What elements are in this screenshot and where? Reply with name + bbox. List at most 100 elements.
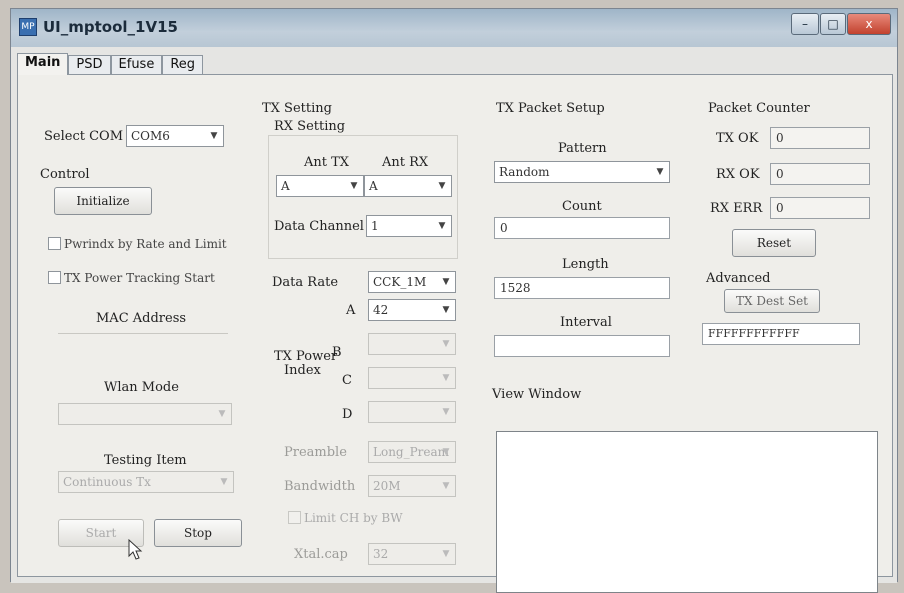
tx-ok-label: TX OK: [716, 131, 759, 146]
tracking-checkbox-label: TX Power Tracking Start: [64, 271, 215, 285]
chevron-down-icon: ▼: [438, 221, 446, 231]
view-window-label: View Window: [492, 387, 582, 402]
pwrindx-checkbox-label: Pwrindx by Rate and Limit: [64, 237, 227, 251]
ant-tx-select[interactable]: A ▼: [276, 175, 364, 197]
rx-err-value: 0: [770, 197, 870, 219]
data-channel-label: Data Channel: [274, 219, 364, 234]
ant-tx-value: A: [281, 179, 290, 193]
pattern-select[interactable]: Random ▼: [494, 161, 670, 183]
interval-label: Interval: [560, 315, 612, 330]
tx-power-tracking-checkbox[interactable]: TX Power Tracking Start: [48, 271, 215, 285]
tx-dest-address-input[interactable]: FFFFFFFFFFFF: [702, 323, 860, 345]
chevron-down-icon: ▼: [442, 339, 450, 349]
count-input[interactable]: 0: [494, 217, 670, 239]
wlan-mode-label: Wlan Mode: [104, 380, 179, 395]
checkbox-box[interactable]: [48, 237, 61, 250]
tab-main[interactable]: Main: [17, 53, 69, 75]
chevron-down-icon: ▼: [438, 181, 446, 191]
xtal-cap-value: 32: [373, 547, 389, 561]
power-index-d-select[interactable]: ▼: [368, 401, 456, 423]
reset-button[interactable]: Reset: [732, 229, 816, 257]
pwrindx-checkbox[interactable]: Pwrindx by Rate and Limit: [48, 237, 227, 251]
ant-rx-label: Ant RX: [382, 155, 429, 170]
rx-ok-value: 0: [770, 163, 870, 185]
chevron-down-icon: ▼: [442, 549, 450, 559]
chevron-down-icon: ▼: [350, 181, 358, 191]
stop-button[interactable]: Stop: [154, 519, 242, 547]
tab-strip: Main PSD Efuse Reg: [17, 53, 204, 75]
path-b-label: B: [332, 345, 342, 360]
tx-power-label: TX Power: [274, 349, 338, 364]
com-port-select[interactable]: COM6 ▼: [126, 125, 224, 147]
tab-psd[interactable]: PSD: [68, 55, 111, 75]
packet-counter-title: Packet Counter: [708, 101, 810, 116]
data-rate-label: Data Rate: [272, 275, 339, 290]
title-bar[interactable]: MP UI_mptool_1V15 – □ x: [11, 9, 897, 47]
chevron-down-icon: ▼: [442, 305, 450, 315]
mac-address-separator: [58, 333, 228, 334]
chevron-down-icon: ▼: [218, 409, 226, 419]
com-port-value: COM6: [131, 129, 170, 143]
testing-item-value: Continuous Tx: [63, 475, 151, 489]
limit-ch-checkbox-label: Limit CH by BW: [304, 511, 403, 525]
power-index-b-select[interactable]: ▼: [368, 333, 456, 355]
mouse-cursor-icon: [128, 539, 143, 560]
chevron-down-icon: ▼: [442, 481, 450, 491]
data-rate-select[interactable]: CCK_1M ▼: [368, 271, 456, 293]
pattern-label: Pattern: [558, 141, 607, 156]
tab-efuse[interactable]: Efuse: [110, 55, 163, 75]
minimize-button[interactable]: –: [791, 13, 819, 35]
rx-err-label: RX ERR: [710, 201, 763, 216]
power-index-a-value: 42: [373, 303, 389, 317]
chevron-down-icon: ▼: [442, 407, 450, 417]
bandwidth-select[interactable]: 20M ▼: [368, 475, 456, 497]
limit-ch-by-bw-checkbox[interactable]: Limit CH by BW: [288, 511, 403, 525]
chevron-down-icon: ▼: [442, 373, 450, 383]
app-icon: MP: [19, 18, 37, 36]
advanced-label: Advanced: [706, 271, 771, 286]
view-window[interactable]: [496, 431, 878, 593]
power-index-c-select[interactable]: ▼: [368, 367, 456, 389]
app-window: MP UI_mptool_1V15 – □ x Main PSD Efuse R…: [10, 8, 898, 593]
rx-ok-label: RX OK: [716, 167, 760, 182]
preamble-select[interactable]: Long_Pream ▼: [368, 441, 456, 463]
ant-tx-label: Ant TX: [304, 155, 350, 170]
tx-dest-set-button[interactable]: TX Dest Set: [724, 289, 820, 313]
pattern-value: Random: [499, 165, 550, 179]
tx-packet-setup-title: TX Packet Setup: [496, 101, 605, 116]
bandwidth-value: 20M: [373, 479, 401, 493]
ant-rx-value: A: [369, 179, 378, 193]
chevron-down-icon: ▼: [442, 447, 450, 457]
data-channel-select[interactable]: 1 ▼: [366, 215, 452, 237]
interval-input[interactable]: [494, 335, 670, 357]
ant-rx-select[interactable]: A ▼: [364, 175, 452, 197]
checkbox-box[interactable]: [48, 271, 61, 284]
wlan-mode-select[interactable]: ▼: [58, 403, 232, 425]
testing-item-select[interactable]: Continuous Tx ▼: [58, 471, 234, 493]
preamble-label: Preamble: [284, 445, 347, 460]
testing-item-label: Testing Item: [104, 453, 187, 468]
tx-setting-title: TX Setting: [262, 101, 332, 116]
tx-ok-value: 0: [770, 127, 870, 149]
data-channel-value: 1: [371, 219, 379, 233]
initialize-button[interactable]: Initialize: [54, 187, 152, 215]
length-input[interactable]: 1528: [494, 277, 670, 299]
chevron-down-icon: ▼: [442, 277, 450, 287]
path-c-label: C: [342, 373, 352, 388]
length-label: Length: [562, 257, 609, 272]
xtal-cap-select[interactable]: 32 ▼: [368, 543, 456, 565]
close-button[interactable]: x: [847, 13, 891, 35]
client-area: Main PSD Efuse Reg Select COM COM6 ▼ Con…: [11, 47, 897, 593]
window-title: UI_mptool_1V15: [43, 18, 178, 36]
rx-setting-group: [268, 135, 458, 259]
chevron-down-icon: ▼: [210, 131, 218, 141]
count-label: Count: [562, 199, 602, 214]
chevron-down-icon: ▼: [656, 167, 664, 177]
tab-reg[interactable]: Reg: [162, 55, 204, 75]
path-d-label: D: [342, 407, 353, 422]
select-com-label: Select COM: [44, 129, 124, 144]
power-index-a-select[interactable]: 42 ▼: [368, 299, 456, 321]
maximize-button[interactable]: □: [820, 13, 846, 35]
chevron-down-icon: ▼: [220, 477, 228, 487]
checkbox-box[interactable]: [288, 511, 301, 524]
